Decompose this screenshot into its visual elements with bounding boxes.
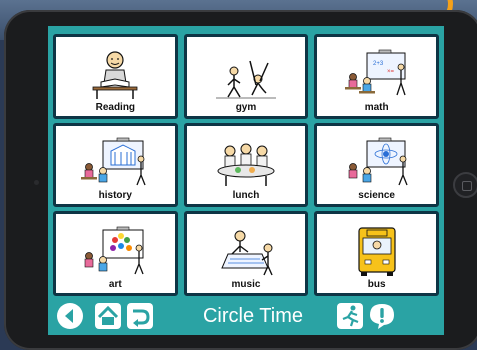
science-icon: [348, 138, 408, 186]
tile-label: music: [231, 278, 261, 290]
back-arrow-icon: [57, 303, 83, 329]
art-icon: [85, 226, 144, 275]
svg-text:×=: ×=: [387, 69, 395, 75]
exclamation-icon: [370, 304, 394, 329]
home-button[interactable]: [94, 302, 122, 330]
home-icon: [95, 303, 121, 329]
return-button[interactable]: [126, 302, 154, 330]
back-button[interactable]: [56, 302, 84, 330]
tile-reading[interactable]: Reading: [53, 34, 178, 119]
tile-label: bus: [367, 278, 386, 290]
tile-label: history: [98, 190, 132, 202]
reading-icon: [92, 51, 138, 99]
bottom-toolbar: Circle Time: [48, 297, 444, 335]
tile-label: gym: [235, 101, 257, 113]
tile-science[interactable]: science: [314, 122, 439, 208]
device-home-button[interactable]: [453, 172, 477, 198]
return-arrow-icon: [127, 303, 153, 329]
communication-board-screen: Reading gym 2+3 ×= math history lunch sc…: [48, 26, 444, 335]
tile-label: science: [358, 190, 395, 202]
symbol-grid: Reading gym 2+3 ×= math history lunch sc…: [53, 34, 439, 296]
camera-icon: [34, 180, 39, 185]
bus-icon: [358, 227, 396, 276]
tile-label: lunch: [232, 190, 260, 202]
tile-math[interactable]: 2+3 ×= math: [314, 34, 439, 119]
tile-gym[interactable]: gym: [183, 34, 309, 119]
tile-history[interactable]: history: [53, 122, 178, 208]
alert-button[interactable]: [368, 302, 396, 330]
board-title: Circle Time: [202, 305, 303, 327]
tile-label: art: [108, 278, 122, 290]
gym-icon: [215, 60, 276, 99]
running-person-icon: [337, 303, 363, 329]
lunch-icon: [217, 143, 275, 187]
tile-lunch[interactable]: lunch: [183, 122, 309, 208]
math-icon: 2+3 ×=: [344, 49, 406, 95]
svg-text:2+3: 2+3: [373, 61, 384, 67]
tile-music[interactable]: music: [183, 211, 309, 296]
tile-label: Reading: [95, 101, 136, 113]
tile-art[interactable]: art: [53, 211, 178, 296]
tile-bus[interactable]: bus: [314, 211, 439, 296]
music-icon: [221, 230, 273, 276]
activity-button[interactable]: [336, 302, 364, 330]
history-icon: [81, 138, 146, 186]
tile-label: math: [364, 101, 389, 113]
